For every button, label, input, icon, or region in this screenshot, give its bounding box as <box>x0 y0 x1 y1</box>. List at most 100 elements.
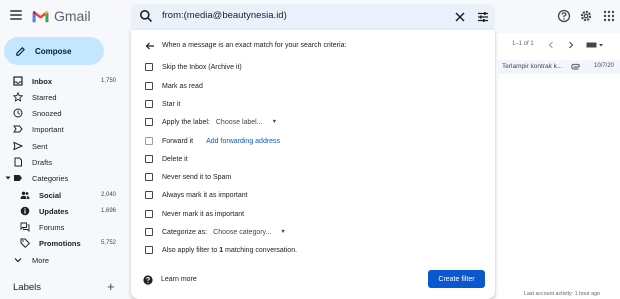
unread-count: 1,750 <box>100 78 116 84</box>
caret-down-icon[interactable] <box>5 175 11 181</box>
forward-checkbox[interactable] <box>145 137 153 145</box>
option-label: Skip the Inbox (Archive it) <box>162 63 242 71</box>
apps-grid-icon[interactable] <box>602 9 616 23</box>
help-circle-icon[interactable] <box>143 275 153 285</box>
search-options-icon[interactable] <box>476 10 490 24</box>
sidebar-item-label: Important <box>32 124 64 134</box>
gmail-logo[interactable]: Gmail <box>32 8 91 24</box>
draft-icon <box>14 157 22 167</box>
caret-down-icon[interactable]: ▼ <box>280 229 285 235</box>
gmail-m-icon <box>32 10 49 22</box>
caret-down-icon[interactable]: ▼ <box>272 119 277 125</box>
sidebar-item-label: Forums <box>39 222 65 232</box>
option-star[interactable]: Star it <box>145 97 180 111</box>
option-forward[interactable]: Forward it Add forwarding address <box>145 134 280 148</box>
option-label: Categorize as: <box>162 228 208 236</box>
sidebar-item-starred[interactable]: Starred <box>0 89 124 105</box>
sidebar-item-label: Sent <box>32 141 48 151</box>
option-apply-label[interactable]: Apply the label: Choose label... ▼ <box>145 115 277 129</box>
skip-inbox-checkbox[interactable] <box>145 63 153 71</box>
search-input[interactable]: from:(media@beautynesia.id) <box>162 10 287 21</box>
unread-count: 2,040 <box>100 192 116 198</box>
label-select[interactable]: Choose label... <box>216 119 263 126</box>
close-icon[interactable] <box>453 10 467 24</box>
star-icon <box>13 92 23 102</box>
help-icon[interactable] <box>557 9 571 23</box>
clock-icon <box>13 108 23 118</box>
sidebar-item-label: Snoozed <box>32 108 62 118</box>
chevron-down-icon <box>14 258 22 263</box>
option-label: Also apply filter to 1 matching conversa… <box>162 247 297 254</box>
option-mark-read[interactable]: Mark as read <box>145 79 203 93</box>
message-snippet: Terlampir kontrak k... <box>502 63 563 70</box>
add-forwarding-link[interactable]: Add forwarding address <box>206 138 280 145</box>
sidebar-item-label: More <box>32 255 50 265</box>
labels-heading: Labels <box>13 282 41 293</box>
option-also-apply[interactable]: Also apply filter to 1 matching conversa… <box>145 243 297 257</box>
categorize-checkbox[interactable] <box>145 228 153 236</box>
option-skip-inbox[interactable]: Skip the Inbox (Archive it) <box>145 60 242 74</box>
option-label: Mark as read <box>162 82 203 90</box>
attachment-icon[interactable] <box>571 63 581 71</box>
sidebar-item-label: Categories <box>32 173 69 183</box>
message-date: 10/7/20 <box>594 63 615 69</box>
compose-label: Compose <box>35 46 72 56</box>
option-never-important[interactable]: Never mark it as important <box>145 207 244 221</box>
option-label: Delete it <box>162 155 188 163</box>
sidebar-item-label: Updates <box>39 206 69 216</box>
always-important-checkbox[interactable] <box>145 191 153 199</box>
unread-count: 1,696 <box>100 208 116 214</box>
input-tools-icon[interactable] <box>586 41 604 49</box>
mark-read-checkbox[interactable] <box>145 82 153 90</box>
search-icon[interactable] <box>139 9 153 23</box>
sidebar-item-label: Drafts <box>32 157 53 167</box>
sidebar-item-forums[interactable]: Forums <box>0 219 124 235</box>
create-filter-button[interactable]: Create filter <box>428 270 485 288</box>
never-spam-checkbox[interactable] <box>145 173 153 181</box>
also-apply-checkbox[interactable] <box>145 246 153 254</box>
sidebar-item-more[interactable]: More <box>0 252 124 268</box>
option-label: Never send it to Spam <box>162 173 232 181</box>
delete-checkbox[interactable] <box>145 155 153 163</box>
search-bar[interactable]: from:(media@beautynesia.id) <box>131 4 495 30</box>
never-important-checkbox[interactable] <box>145 210 153 218</box>
category-select[interactable]: Choose category... <box>213 229 271 236</box>
arrow-back-icon[interactable] <box>145 41 155 51</box>
chevron-left-icon[interactable] <box>547 41 555 49</box>
sidebar-item-important[interactable]: Important <box>0 121 124 137</box>
tag-icon <box>20 238 30 248</box>
sidebar-item-inbox[interactable]: Inbox 1,750 <box>0 73 124 89</box>
info-icon <box>20 206 30 216</box>
option-always-important[interactable]: Always mark it as important <box>145 188 248 202</box>
people-icon <box>20 191 30 199</box>
label-icon <box>14 175 22 181</box>
learn-more-link[interactable]: Learn more <box>161 276 197 283</box>
sidebar-item-snoozed[interactable]: Snoozed <box>0 105 124 121</box>
sidebar-item-drafts[interactable]: Drafts <box>0 154 124 170</box>
add-label-icon[interactable]: + <box>107 280 115 293</box>
last-activity: Last account activity: 1 hour ago <box>524 291 600 297</box>
option-label: Apply the label: <box>162 118 210 126</box>
option-categorize[interactable]: Categorize as: Choose category... ▼ <box>145 225 286 239</box>
apply-label-checkbox[interactable] <box>145 118 153 126</box>
sidebar-item-label: Social <box>39 190 62 200</box>
option-never-spam[interactable]: Never send it to Spam <box>145 170 231 184</box>
sidebar-item-sent[interactable]: Sent <box>0 138 124 154</box>
sidebar-item-social[interactable]: Social 2,040 <box>0 187 124 203</box>
compose-button[interactable]: Compose <box>4 37 104 65</box>
sidebar-item-updates[interactable]: Updates 1,696 <box>0 203 124 219</box>
top-bar: Gmail from:(media@beautynesia.id) <box>0 0 620 33</box>
create-filter-panel: When a message is an exact match for you… <box>131 30 495 299</box>
sidebar-item-categories[interactable]: Categories <box>0 170 124 186</box>
forum-icon <box>20 222 30 232</box>
star-checkbox[interactable] <box>145 100 153 108</box>
option-label: Forward it <box>162 137 194 145</box>
unread-count: 5,752 <box>100 240 116 246</box>
gear-icon[interactable] <box>579 9 593 23</box>
send-icon <box>13 141 23 151</box>
option-delete[interactable]: Delete it <box>145 152 188 166</box>
main-menu-icon[interactable] <box>10 10 22 20</box>
chevron-right-icon[interactable] <box>567 41 575 49</box>
inbox-icon <box>13 76 23 86</box>
sidebar-item-promotions[interactable]: Promotions 5,752 <box>0 235 124 251</box>
